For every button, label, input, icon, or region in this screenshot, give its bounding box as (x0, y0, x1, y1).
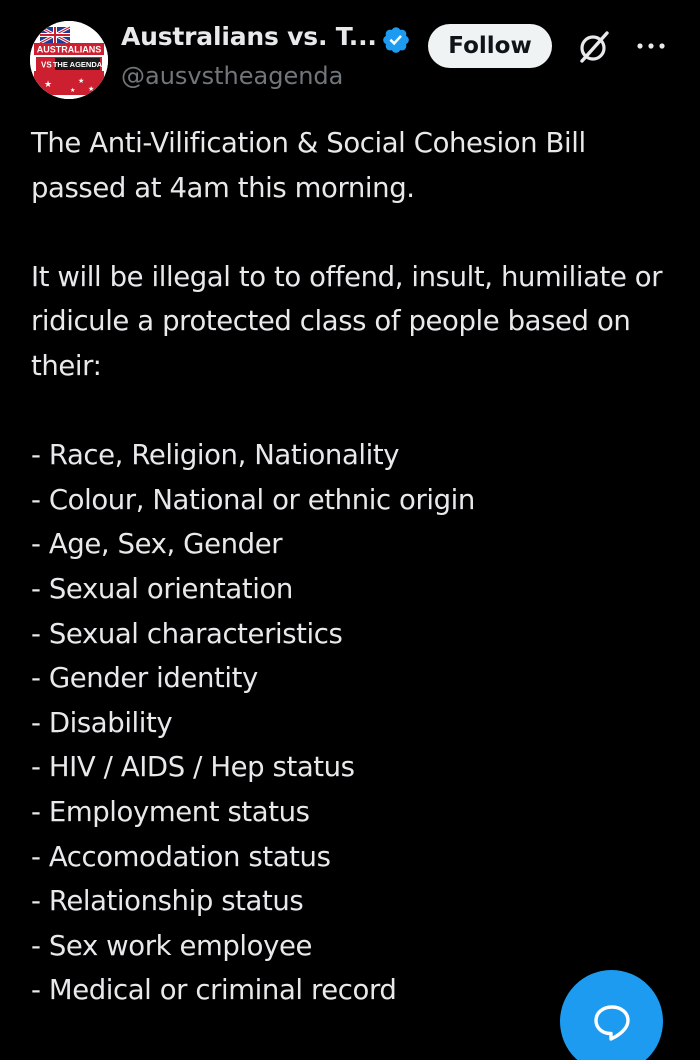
tweet-paragraph-1: The Anti-Vilification & Social Cohesion … (31, 127, 595, 204)
list-item-sexual-characteristics: - Sexual characteristics (31, 617, 343, 650)
verified-badge-icon (381, 25, 411, 55)
avatar-text-mid: VS (41, 61, 52, 70)
list-item-race: - Race, Religion, Nationality (31, 439, 400, 472)
list-item-colour: - Colour, National or ethnic origin (31, 483, 475, 516)
grok-icon[interactable] (574, 27, 614, 67)
more-options-icon[interactable] (634, 31, 668, 61)
reply-chat-icon (594, 1005, 630, 1041)
list-item-sexual-orientation: - Sexual orientation (31, 572, 293, 605)
display-name[interactable]: Australians vs. T... (121, 22, 377, 51)
svg-text:★: ★ (70, 87, 75, 94)
list-item-sex-work: - Sex work employee (31, 929, 313, 962)
avatar-text-bottom: THE AGENDA (53, 60, 103, 69)
user-handle[interactable]: @ausvstheagenda (121, 62, 343, 90)
svg-text:★: ★ (44, 80, 52, 90)
list-item-hiv-status: - HIV / AIDS / Hep status (31, 751, 355, 784)
avatar[interactable]: AUSTRALIANS VS THE AGENDA ★ ★ ★ ★ (30, 21, 108, 99)
svg-text:★: ★ (88, 85, 94, 93)
svg-text:★: ★ (78, 77, 84, 85)
list-item-employment-status: - Employment status (31, 795, 310, 828)
avatar-logo-image: AUSTRALIANS VS THE AGENDA ★ ★ ★ ★ (30, 21, 108, 99)
tweet-header: AUSTRALIANS VS THE AGENDA ★ ★ ★ ★ Austra… (0, 0, 700, 110)
follow-button[interactable]: Follow (428, 24, 552, 68)
list-item-gender-identity: - Gender identity (31, 662, 258, 695)
list-item-accomodation-status: - Accomodation status (31, 840, 331, 873)
tweet-text: The Anti-Vilification & Social Cohesion … (31, 121, 681, 1013)
list-item-relationship-status: - Relationship status (31, 885, 304, 918)
list-item-age: - Age, Sex, Gender (31, 528, 283, 561)
list-item-disability: - Disability (31, 706, 173, 739)
avatar-text-top: AUSTRALIANS (37, 45, 102, 55)
tweet-paragraph-2: It will be illegal to to offend, insult,… (31, 260, 671, 382)
